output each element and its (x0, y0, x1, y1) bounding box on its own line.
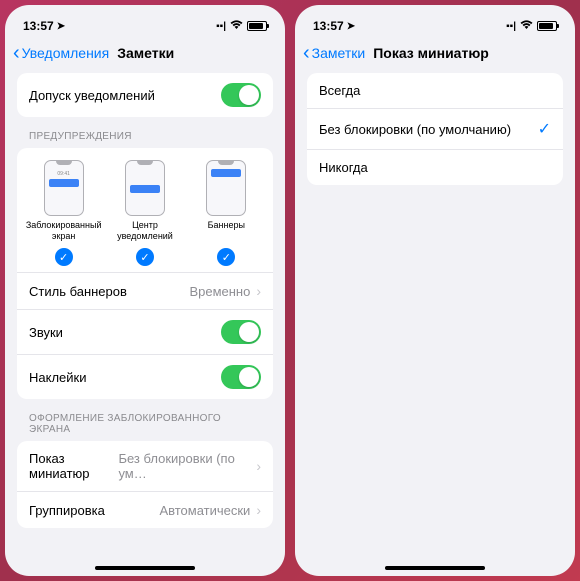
battery-icon (537, 21, 557, 31)
chevron-right-icon: › (256, 283, 261, 299)
option-never[interactable]: Никогда (307, 150, 563, 185)
banner-style-row[interactable]: Стиль баннеров Временно › (17, 273, 273, 310)
wifi-icon (230, 20, 243, 33)
grouping-value: Автоматически (159, 503, 250, 518)
chevron-left-icon: ‹ (13, 43, 20, 63)
nav-bar: ‹ Уведомления Заметки (5, 39, 285, 73)
previews-value: Без блокировки (по ум… (118, 451, 250, 481)
badges-toggle[interactable] (221, 365, 261, 389)
badges-row[interactable]: Наклейки (17, 355, 273, 399)
check-icon: ✓ (136, 248, 154, 266)
lockscreen-card: Показ миниатюр Без блокировки (по ум… › … (17, 441, 273, 528)
grouping-row[interactable]: Группировка Автоматически › (17, 492, 273, 528)
page-title: Заметки (117, 45, 174, 61)
previews-label: Показ миниатюр (29, 451, 118, 481)
location-icon: ➤ (57, 21, 65, 32)
status-time: 13:57 (23, 19, 54, 33)
banners-preview-icon (206, 160, 246, 216)
phone-left: 13:57 ➤ ▪▪| ‹ Уведомления Заметки Допуск… (5, 5, 285, 576)
phone-right: 13:57 ➤ ▪▪| ‹ Заметки Показ миниатюр Все… (295, 5, 575, 576)
back-label: Заметки (312, 45, 366, 61)
alert-option-center[interactable]: Центр уведомлений ✓ (105, 160, 185, 266)
chevron-right-icon: › (256, 502, 261, 518)
alerts-grid: 09:41 Заблокированный экран ✓ Центр увед… (17, 148, 273, 273)
home-indicator[interactable] (385, 566, 485, 570)
banner-style-value: Временно (189, 284, 250, 299)
check-icon: ✓ (55, 248, 73, 266)
allow-notifications-card: Допуск уведомлений (17, 73, 273, 117)
sounds-row[interactable]: Звуки (17, 310, 273, 355)
sounds-toggle[interactable] (221, 320, 261, 344)
chevron-left-icon: ‹ (303, 43, 310, 63)
lockscreen-preview-icon: 09:41 (44, 160, 84, 216)
alert-option-banners[interactable]: Баннеры ✓ (186, 160, 266, 266)
option-label: Никогда (319, 160, 368, 175)
cellular-icon: ▪▪| (216, 21, 226, 32)
lockscreen-header: ОФОРМЛЕНИЕ ЗАБЛОКИРОВАННОГО ЭКРАНА (17, 413, 273, 441)
status-time: 13:57 (313, 19, 344, 33)
grouping-label: Группировка (29, 503, 105, 518)
back-button[interactable]: ‹ Уведомления (13, 43, 109, 63)
back-button[interactable]: ‹ Заметки (303, 43, 365, 63)
badges-label: Наклейки (29, 370, 86, 385)
banner-style-label: Стиль баннеров (29, 284, 127, 299)
option-label: Всегда (319, 83, 360, 98)
status-bar: 13:57 ➤ ▪▪| (295, 5, 575, 39)
previews-options-card: Всегда Без блокировки (по умолчанию) ✓ Н… (307, 73, 563, 185)
status-bar: 13:57 ➤ ▪▪| (5, 5, 285, 39)
alerts-card: 09:41 Заблокированный экран ✓ Центр увед… (17, 148, 273, 399)
check-icon: ✓ (217, 248, 235, 266)
allow-notifications-row[interactable]: Допуск уведомлений (17, 73, 273, 117)
alert-option-lockscreen[interactable]: 09:41 Заблокированный экран ✓ (24, 160, 104, 266)
checkmark-icon: ✓ (538, 119, 551, 139)
previews-row[interactable]: Показ миниатюр Без блокировки (по ум… › (17, 441, 273, 492)
alerts-header: ПРЕДУПРЕЖДЕНИЯ (17, 131, 273, 148)
allow-label: Допуск уведомлений (29, 88, 155, 103)
option-unlocked[interactable]: Без блокировки (по умолчанию) ✓ (307, 109, 563, 150)
option-always[interactable]: Всегда (307, 73, 563, 109)
sounds-label: Звуки (29, 325, 63, 340)
battery-icon (247, 21, 267, 31)
cellular-icon: ▪▪| (506, 21, 516, 32)
page-title: Показ миниатюр (373, 45, 489, 61)
wifi-icon (520, 20, 533, 33)
back-label: Уведомления (22, 45, 110, 61)
center-preview-icon (125, 160, 165, 216)
chevron-right-icon: › (256, 458, 261, 474)
nav-bar: ‹ Заметки Показ миниатюр (295, 39, 575, 73)
allow-toggle[interactable] (221, 83, 261, 107)
home-indicator[interactable] (95, 566, 195, 570)
option-label: Без блокировки (по умолчанию) (319, 122, 511, 137)
location-icon: ➤ (347, 21, 355, 32)
